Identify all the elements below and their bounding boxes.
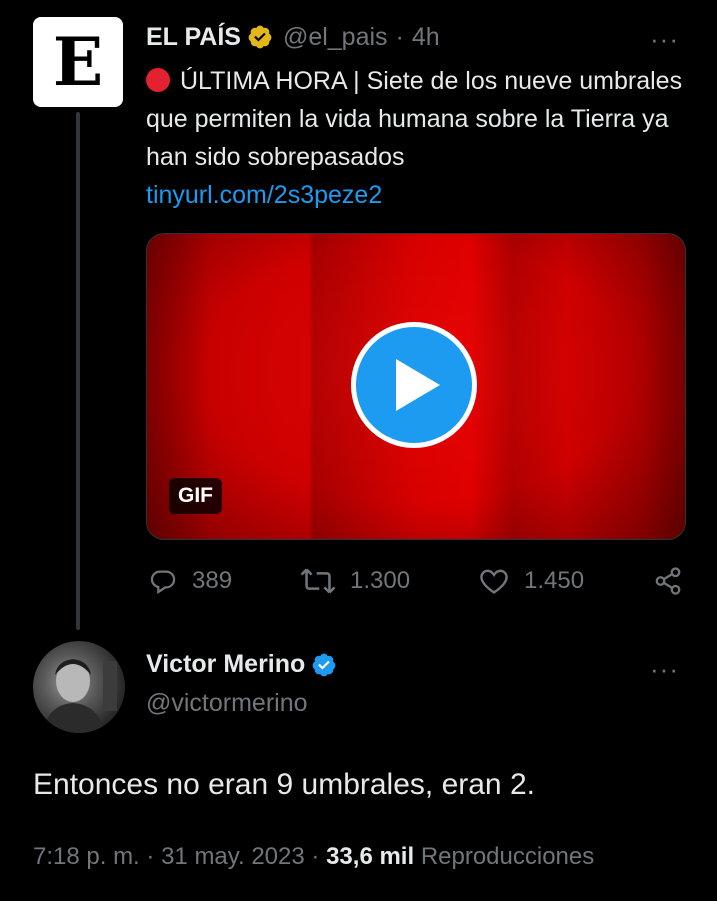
tweet-time[interactable]: 4h [412,23,440,52]
reply-author-handle[interactable]: @victormerino [146,689,308,718]
share-icon [655,567,681,595]
play-icon [396,359,440,411]
play-button[interactable] [351,322,477,448]
el-pais-avatar[interactable]: E [33,17,123,107]
tweet-body: ÚLTIMA HORA | Siete de los nueve umbrale… [146,67,683,171]
live-red-dot-icon [146,68,170,92]
retweet-icon [300,568,336,594]
reply-icon [150,570,176,595]
verified-blue-icon [312,653,336,676]
avatar-photo [43,659,117,733]
retweet-action[interactable]: 1.300 [300,566,410,596]
media-gif[interactable]: GIF [146,233,686,540]
tweet-header: EL PAÍS @el_pais · 4h [146,22,440,52]
tweet-text: ÚLTIMA HORA | Siete de los nueve umbrale… [146,62,686,214]
reply-action[interactable]: 389 [148,566,232,596]
gif-badge: GIF [169,478,222,514]
reply-date[interactable]: 31 may. 2023 [161,843,305,870]
reply-author-row: Victor Merino [146,650,337,679]
separator-dot: · [395,22,404,51]
author-name[interactable]: EL PAÍS [146,23,241,52]
reply-count: 389 [192,567,233,594]
thread-connector-line [76,112,80,630]
reply-meta: 7:18 p. m. · 31 may. 2023 · 33,6 mil Rep… [33,843,594,871]
meta-separator: · [311,843,320,870]
victor-merino-avatar[interactable] [33,641,125,733]
logo-letter: E [52,23,104,101]
verified-gold-icon [248,25,272,49]
more-options-icon[interactable]: ··· [650,26,679,52]
author-handle[interactable]: @el_pais [283,23,388,52]
reply-more-options-icon[interactable]: ··· [650,656,679,682]
like-count: 1.450 [524,567,585,594]
reply-author-name[interactable]: Victor Merino [146,650,305,679]
like-action[interactable]: 1.450 [478,566,584,596]
meta-separator: · [146,843,155,870]
reply-text: Entonces no eran 9 umbrales, eran 2. [33,768,535,801]
views-count: 33,6 mil [326,843,415,870]
reply-time[interactable]: 7:18 p. m. [33,843,140,870]
like-icon [480,569,508,594]
retweet-count: 1.300 [350,567,411,594]
tweet-link[interactable]: tinyurl.com/2s3peze2 [146,181,382,209]
views-label: Reproducciones [420,843,595,870]
share-button[interactable] [653,566,683,601]
